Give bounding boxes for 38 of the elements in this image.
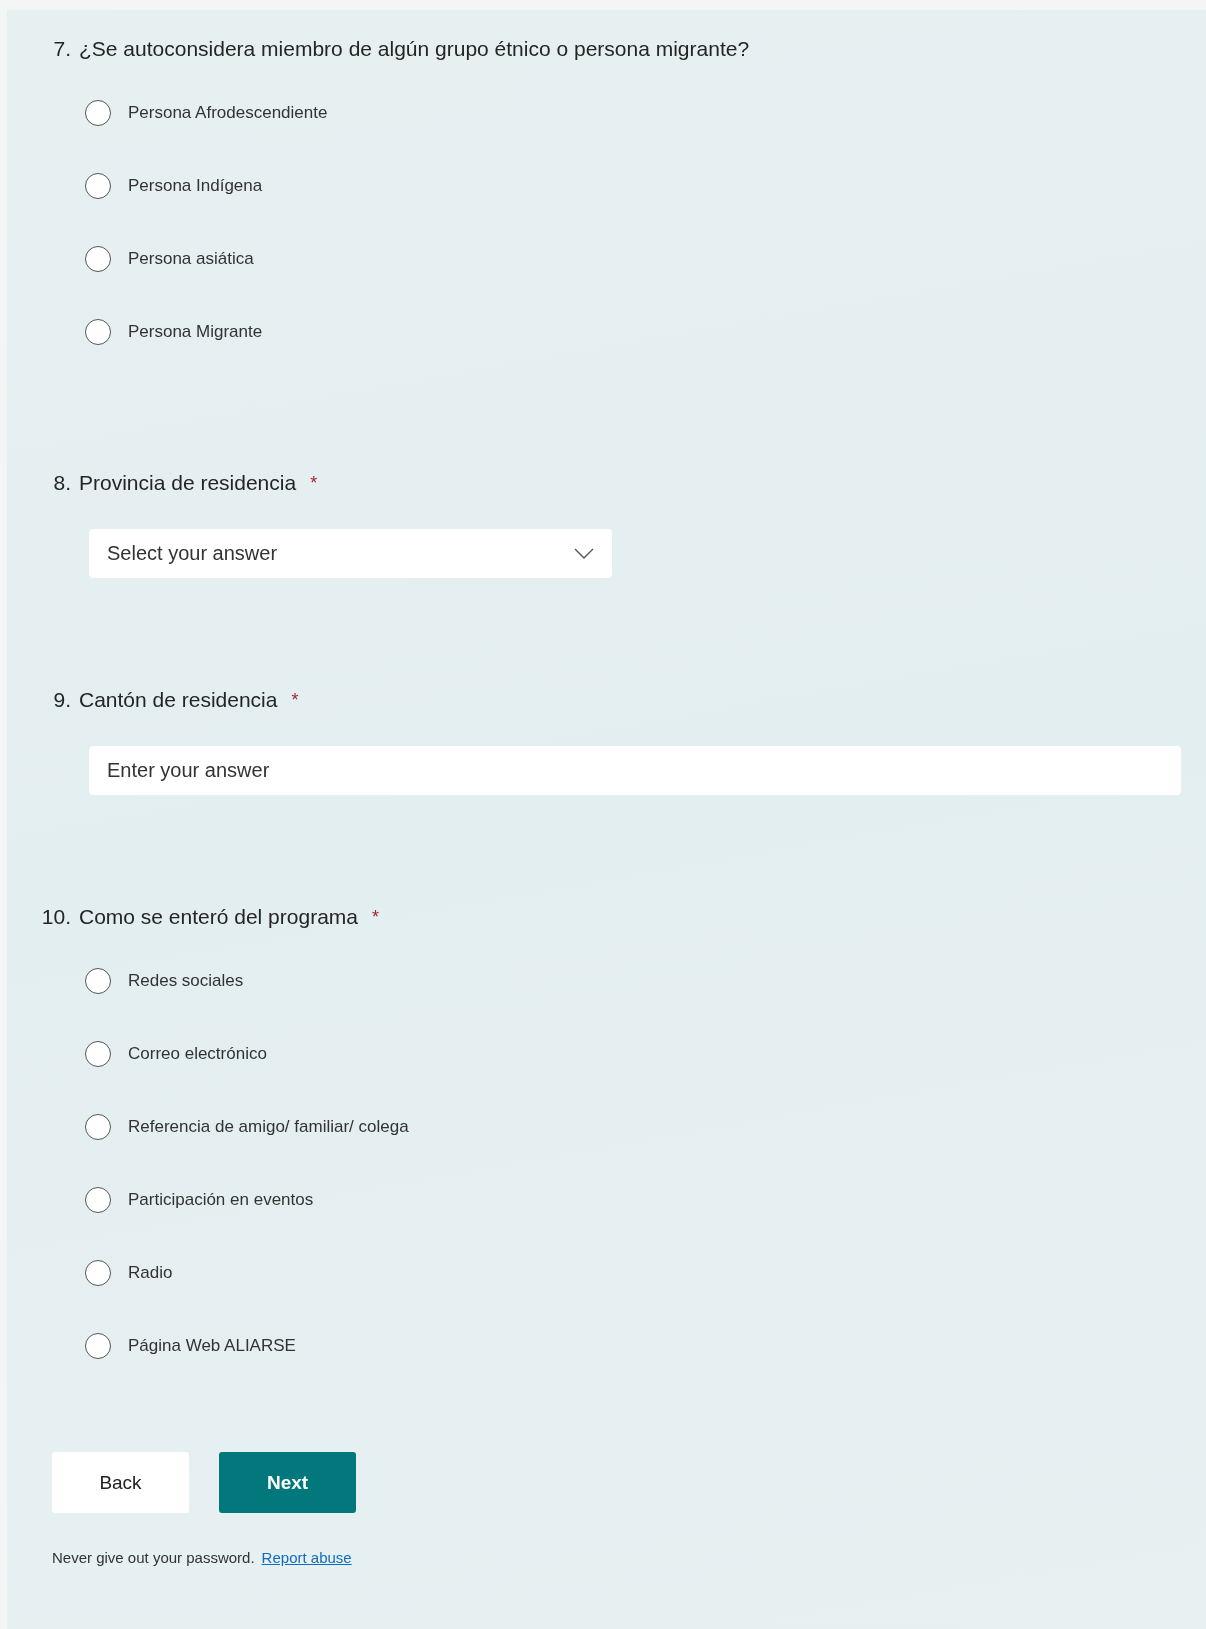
answer-dropdown[interactable]: Select your answer xyxy=(89,529,612,578)
radio-button[interactable] xyxy=(85,245,111,272)
question-title: ¿Se autoconsidera miembro de algún grupo étnico o persona migrante? xyxy=(79,37,750,61)
question-title: Provincia de residencia xyxy=(79,471,297,495)
option-label: Persona asiática xyxy=(128,248,254,269)
question-number: 7. xyxy=(52,37,71,61)
radio-button[interactable] xyxy=(85,1259,111,1286)
chevron-down-icon xyxy=(574,548,594,559)
question-number: 9. xyxy=(52,688,71,712)
option-label: Persona Migrante xyxy=(128,321,263,342)
radio-button[interactable] xyxy=(85,99,111,126)
question-title: Cantón de residencia xyxy=(79,688,278,712)
option-label: Persona Indígena xyxy=(128,175,263,196)
required-mark: * xyxy=(310,472,318,494)
next-button[interactable]: Next xyxy=(219,1452,356,1513)
question-number: 8. xyxy=(52,471,71,495)
option-label: Redes sociales xyxy=(128,970,244,991)
question-number: 10. xyxy=(40,905,71,929)
back-button[interactable]: Back xyxy=(52,1452,189,1513)
option-label: Correo electrónico xyxy=(128,1043,267,1064)
option-label: Persona Afrodescendiente xyxy=(128,102,328,123)
question-title: Como se enteró del programa xyxy=(79,905,358,929)
radio-button[interactable] xyxy=(85,318,111,345)
answer-field[interactable]: Enter your answer xyxy=(89,746,1181,795)
radio-button[interactable] xyxy=(85,1186,111,1213)
option-label: Radio xyxy=(128,1262,173,1283)
option-label: Participación en eventos xyxy=(128,1189,314,1210)
radio-button[interactable] xyxy=(85,1040,111,1067)
radio-button[interactable] xyxy=(85,1113,111,1140)
required-mark: * xyxy=(291,689,299,711)
required-mark: * xyxy=(372,906,379,928)
radio-button[interactable] xyxy=(85,172,111,199)
radio-button[interactable] xyxy=(85,967,111,994)
report-abuse-link[interactable]: Report abuse xyxy=(261,1549,352,1566)
footer-note: Never give out your password. xyxy=(52,1549,255,1566)
option-label: Referencia de amigo/ familiar/ colega xyxy=(128,1116,409,1137)
option-label: Página Web ALIARSE xyxy=(128,1335,296,1356)
radio-button[interactable] xyxy=(85,1332,111,1359)
